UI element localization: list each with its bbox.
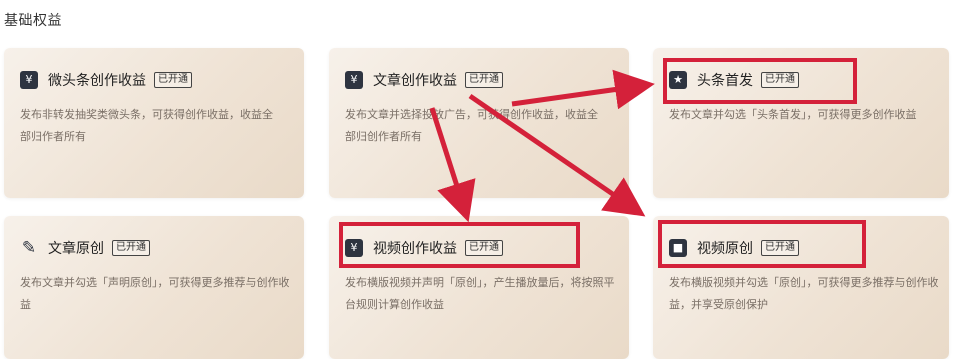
card-title: 视频原创 <box>697 241 753 257</box>
card-description: 发布非转发抽奖类微头条，可获得创作收益，收益全部归作者所有 <box>20 108 273 143</box>
card-article-original[interactable]: ✎ 文章原创 已开通 发布文章并勾选「声明原创」，可获得更多推荐与创作收益 <box>4 216 304 359</box>
card-title: 视频创作收益 <box>373 241 457 257</box>
pen-icon: ✎ <box>21 238 37 258</box>
card-description: 发布横版视频并勾选「原创」，可获得更多推荐与创作收益，并享受原创保护 <box>669 276 939 311</box>
video-yen-icon: ¥ <box>345 239 363 257</box>
card-title: 微头条创作收益 <box>48 73 146 89</box>
card-title: 文章创作收益 <box>373 73 457 89</box>
yen-icon: ¥ <box>20 71 38 89</box>
card-video-original[interactable]: ■ 视频原创 已开通 发布横版视频并勾选「原创」，可获得更多推荐与创作收益，并享… <box>653 216 949 359</box>
card-title: 头条首发 <box>697 73 753 89</box>
status-badge: 已开通 <box>465 240 503 256</box>
card-description: 发布文章并勾选「头条首发」，可获得更多创作收益 <box>669 108 917 121</box>
status-badge: 已开通 <box>761 72 799 88</box>
card-weitoutiao-income[interactable]: ¥ 微头条创作收益 已开通 发布非转发抽奖类微头条，可获得创作收益，收益全部归作… <box>4 48 304 198</box>
star-icon: ★ <box>669 71 687 89</box>
status-badge: 已开通 <box>761 240 799 256</box>
status-badge: 已开通 <box>154 72 192 88</box>
status-badge: 已开通 <box>112 240 150 256</box>
video-camera-icon: ■ <box>669 239 687 257</box>
yen-icon: ¥ <box>345 71 363 89</box>
card-description: 发布横版视频并声明「原创」，产生播放量后，将按照平台规则计算创作收益 <box>345 276 615 311</box>
card-title: 文章原创 <box>48 241 104 257</box>
card-toutiao-first[interactable]: ★ 头条首发 已开通 发布文章并勾选「头条首发」，可获得更多创作收益 <box>653 48 949 198</box>
status-badge: 已开通 <box>465 72 503 88</box>
card-video-income[interactable]: ¥ 视频创作收益 已开通 发布横版视频并声明「原创」，产生播放量后，将按照平台规… <box>329 216 629 359</box>
card-article-income[interactable]: ¥ 文章创作收益 已开通 发布文章并选择投放广告，可获得创作收益，收益全部归创作… <box>329 48 629 198</box>
section-title: 基础权益 <box>4 13 62 29</box>
card-description: 发布文章并选择投放广告，可获得创作收益，收益全部归创作者所有 <box>345 108 598 143</box>
card-description: 发布文章并勾选「声明原创」，可获得更多推荐与创作收益 <box>20 276 290 311</box>
